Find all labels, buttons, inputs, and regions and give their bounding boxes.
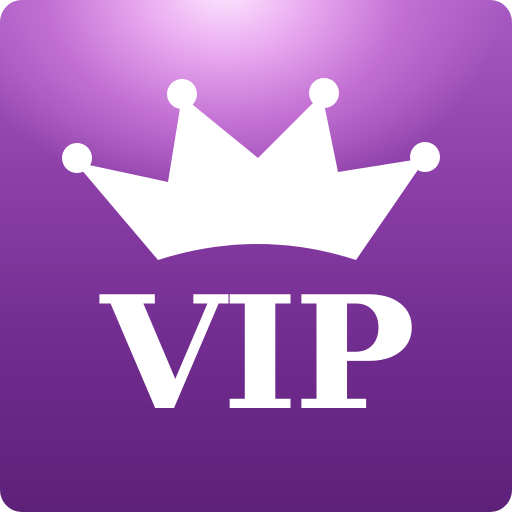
crown-ball-center-left [167,79,197,109]
crown-body [75,94,426,260]
vip-label: VIP [100,262,415,445]
crown-ball-left [62,143,92,173]
crown-ball-center-right [309,78,339,108]
crown-ball-right [410,142,440,172]
vip-app-icon[interactable]: VIP [0,0,512,512]
